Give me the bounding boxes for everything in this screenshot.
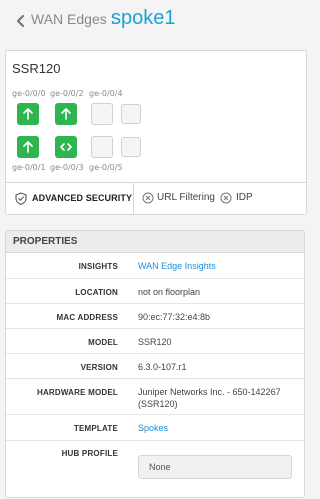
property-key: INSIGHTS xyxy=(78,262,118,271)
device-ports-card: SSR120 ge-0/0/0 ge-0/0/2 ge-0/0/4 ge-0/0… xyxy=(5,50,307,215)
property-value: Juniper Networks Inc. - 650-142267 xyxy=(138,387,281,397)
hub-profile-value: None xyxy=(149,462,171,472)
port-ge-0-0-4[interactable] xyxy=(91,103,113,125)
tab-advanced-security-label: ADVANCED SECURITY xyxy=(32,193,133,203)
property-value: SSR120 xyxy=(138,337,172,347)
property-row-hardware-model: HARDWARE MODEL Juniper Networks Inc. - 6… xyxy=(6,379,304,415)
shield-check-icon xyxy=(15,192,27,205)
property-row-mac-address: MAC ADDRESS 90:ec:77:32:e4:8b xyxy=(6,304,304,329)
property-value: not on floorplan xyxy=(138,287,201,297)
arrow-up-icon xyxy=(23,141,33,153)
port-label: ge-0/0/3 xyxy=(50,163,84,172)
properties-panel: PROPERTIES INSIGHTS WAN Edge Insights LO… xyxy=(5,230,305,498)
properties-title: PROPERTIES xyxy=(13,236,78,247)
hub-profile-select[interactable]: None xyxy=(138,455,292,479)
property-key: VERSION xyxy=(80,363,118,372)
property-row-location: LOCATION not on floorplan xyxy=(6,279,304,304)
property-key: MODEL xyxy=(88,338,118,347)
port-ge-0-0-1[interactable] xyxy=(17,136,39,158)
property-value: 6.3.0-107.r1 xyxy=(138,362,187,372)
property-row-insights: INSIGHTS WAN Edge Insights xyxy=(6,253,304,279)
property-row-model: MODEL SSR120 xyxy=(6,329,304,354)
device-name-title[interactable]: spoke1 xyxy=(111,4,176,32)
properties-header: PROPERTIES xyxy=(6,231,304,253)
property-value: 90:ec:77:32:e4:8b xyxy=(138,312,211,322)
port-slot[interactable] xyxy=(121,104,141,124)
port-ge-0-0-3[interactable] xyxy=(55,136,77,158)
tab-advanced-security[interactable]: ADVANCED SECURITY xyxy=(6,183,134,214)
chevron-left-icon[interactable] xyxy=(15,14,27,28)
x-circle-icon xyxy=(142,192,154,204)
property-key: TEMPLATE xyxy=(73,424,118,433)
port-ge-0-0-5[interactable] xyxy=(91,136,113,158)
port-label: ge-0/0/4 xyxy=(89,89,123,98)
bidirectional-arrow-icon xyxy=(60,143,72,151)
port-slot[interactable] xyxy=(121,137,141,157)
template-link[interactable]: Spokes xyxy=(138,422,168,434)
breadcrumb-parent-link[interactable]: WAN Edges : xyxy=(31,9,115,29)
device-model-title: SSR120 xyxy=(12,61,61,76)
tab-idp-label: IDP xyxy=(236,192,253,203)
property-row-version: VERSION 6.3.0-107.r1 xyxy=(6,354,304,379)
property-key: HUB PROFILE xyxy=(61,449,118,458)
property-key: LOCATION xyxy=(75,288,118,297)
port-label: ge-0/0/0 xyxy=(12,89,46,98)
arrow-up-icon xyxy=(23,108,33,120)
tab-url-filtering[interactable]: URL Filtering xyxy=(142,183,218,214)
arrow-up-icon xyxy=(61,108,71,120)
x-circle-icon xyxy=(220,192,232,204)
property-key: HARDWARE MODEL xyxy=(36,388,118,397)
port-ge-0-0-2[interactable] xyxy=(55,103,77,125)
tab-idp[interactable]: IDP xyxy=(220,183,260,214)
port-label: ge-0/0/1 xyxy=(12,163,46,172)
tab-url-filtering-label: URL Filtering xyxy=(157,192,215,203)
property-value: (SSR120) xyxy=(138,399,178,409)
wan-edge-insights-link[interactable]: WAN Edge Insights xyxy=(138,260,216,272)
port-ge-0-0-0[interactable] xyxy=(17,103,39,125)
property-key: MAC ADDRESS xyxy=(56,313,118,322)
port-label: ge-0/0/5 xyxy=(89,163,123,172)
property-row-template: TEMPLATE Spokes xyxy=(6,415,304,441)
breadcrumb: WAN Edges : spoke1 xyxy=(0,0,313,40)
port-label: ge-0/0/2 xyxy=(50,89,84,98)
